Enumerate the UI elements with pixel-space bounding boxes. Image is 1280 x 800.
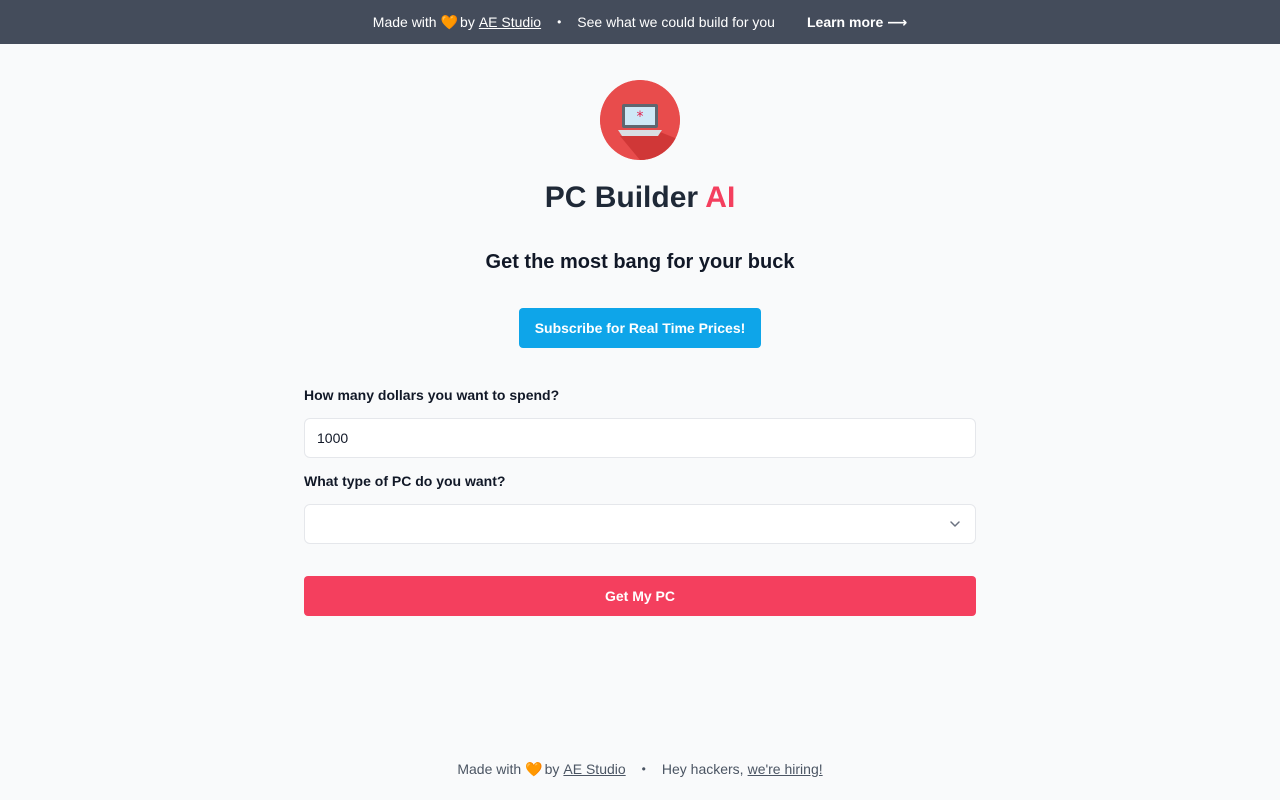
footer: Made with 🧡 by AE Studio • Hey hackers, … xyxy=(0,758,1280,780)
laptop-icon: * xyxy=(600,80,680,160)
budget-label: How many dollars you want to spend? xyxy=(304,387,560,403)
banner-made-with-text: Made with xyxy=(372,14,437,30)
pc-form: How many dollars you want to spend? What… xyxy=(304,384,976,616)
page-subtitle: Get the most bang for your buck xyxy=(485,251,795,273)
title-main: PC Builder xyxy=(544,181,699,214)
get-my-pc-button[interactable]: Get My PC xyxy=(304,576,976,616)
footer-ae-studio-link[interactable]: AE Studio xyxy=(563,758,625,780)
budget-input[interactable] xyxy=(304,418,976,458)
learn-more-link[interactable]: Learn more ⟶ xyxy=(807,14,907,31)
heart-icon: 🧡 xyxy=(525,761,543,777)
title-accent: AI xyxy=(705,181,736,214)
subscribe-button[interactable]: Subscribe for Real Time Prices! xyxy=(519,308,761,348)
pc-type-label: What type of PC do you want? xyxy=(304,473,506,489)
footer-separator: • xyxy=(641,762,646,776)
heart-icon: 🧡 xyxy=(440,13,459,30)
banner-ae-studio-link[interactable]: AE Studio xyxy=(479,14,541,30)
banner-made-with: Made with 🧡 by AE Studio xyxy=(373,14,541,31)
top-banner: Made with 🧡 by AE Studio • See what we c… xyxy=(0,0,1280,44)
chevron-down-icon xyxy=(950,521,960,527)
banner-separator: • xyxy=(557,15,562,29)
footer-by: by xyxy=(544,761,560,777)
banner-tagline: See what we could build for you xyxy=(577,14,775,30)
pc-type-select[interactable] xyxy=(304,504,976,544)
hiring-link[interactable]: we're hiring! xyxy=(748,758,823,780)
footer-hackers-text: Hey hackers, xyxy=(661,761,744,777)
banner-by-text: by xyxy=(460,14,475,30)
page-title: PC Builder AI xyxy=(0,176,1280,220)
svg-text:*: * xyxy=(637,109,644,125)
footer-made-with: Made with xyxy=(457,761,522,777)
